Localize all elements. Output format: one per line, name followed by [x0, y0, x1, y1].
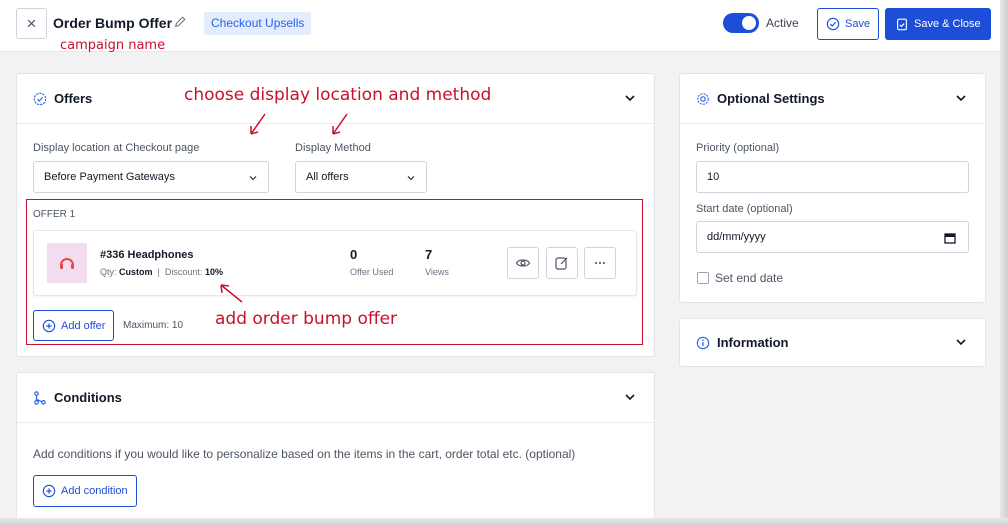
calendar-icon[interactable] [944, 232, 956, 244]
close-button[interactable]: × [16, 8, 47, 39]
offer-meta: Qty: Custom | Discount: 10% [100, 267, 223, 277]
annotation-campaign-name: campaign name [60, 38, 166, 53]
discount-label: Discount: [164, 267, 203, 277]
priority-label: Priority (optional) [696, 142, 780, 154]
chevron-down-icon[interactable] [955, 92, 967, 104]
check-circle-icon [826, 17, 840, 31]
screenshot-shadow [0, 518, 1008, 526]
save-close-button-label: Save & Close [914, 18, 981, 30]
offer-used-count: 0 [350, 247, 358, 262]
start-date-input[interactable]: dd/mm/yyyy [696, 221, 969, 253]
info-icon [696, 336, 710, 350]
save-button-label: Save [845, 18, 871, 30]
information-header[interactable]: Information [680, 319, 985, 366]
offer-item[interactable]: #336 Headphones Qty: Custom | Discount: … [33, 230, 637, 296]
priority-value: 10 [707, 171, 720, 183]
start-date-value: dd/mm/yyyy [707, 231, 766, 243]
information-heading: Information [717, 335, 789, 350]
display-location-select[interactable]: Before Payment Gateways [33, 161, 269, 193]
conditions-description: Add conditions if you would like to pers… [33, 447, 576, 461]
display-location-label: Display location at Checkout page [33, 142, 200, 154]
views-count: 7 [425, 247, 433, 262]
offer-number-label: OFFER 1 [33, 209, 76, 220]
add-condition-label: Add condition [61, 485, 128, 497]
maximum-offers-text: Maximum: 10 [123, 320, 184, 331]
add-offer-button[interactable]: Add offer [33, 310, 115, 341]
discount-value: 10% [204, 267, 223, 277]
optional-settings-header[interactable]: Optional Settings [680, 74, 985, 124]
annotation-arrow [250, 113, 266, 135]
ellipsis-icon [594, 261, 606, 265]
headphones-icon [60, 258, 74, 269]
display-location-value: Before Payment Gateways [44, 171, 175, 183]
offer-badge-icon [33, 92, 47, 106]
views-label: Views [425, 267, 449, 277]
offer-product-name: #336 Headphones [100, 249, 194, 261]
chevron-down-icon [249, 176, 257, 181]
information-card: Information [679, 318, 986, 367]
add-offer-label: Add offer [61, 319, 106, 332]
conditions-heading: Conditions [54, 390, 122, 405]
close-icon: × [26, 13, 37, 33]
eye-icon [515, 259, 531, 267]
chevron-down-icon [407, 176, 415, 181]
campaign-title: Order Bump Offer [53, 15, 173, 31]
screenshot-shadow [1000, 0, 1008, 526]
chevron-down-icon[interactable] [955, 336, 967, 348]
active-toggle[interactable] [723, 13, 759, 33]
add-condition-button[interactable]: Add condition [33, 475, 137, 507]
end-date-checkbox[interactable] [697, 272, 709, 284]
active-label: Active [766, 16, 799, 30]
save-button[interactable]: Save [817, 8, 880, 40]
annotation-add-offer: add order bump offer [215, 309, 398, 329]
start-date-label: Start date (optional) [696, 203, 793, 215]
more-options-button[interactable] [584, 247, 616, 279]
qty-label: Qty: [100, 267, 117, 277]
chevron-down-icon[interactable] [624, 391, 636, 403]
preview-button[interactable] [507, 247, 539, 279]
qty-value: Custom [119, 267, 153, 277]
branch-icon [33, 390, 47, 405]
gear-icon [696, 92, 710, 106]
save-close-button[interactable]: Save & Close [885, 8, 991, 40]
display-method-value: All offers [306, 171, 349, 183]
priority-input[interactable]: 10 [696, 161, 969, 193]
plus-circle-icon [42, 319, 56, 332]
annotation-arrow [332, 113, 348, 135]
pencil-icon[interactable] [173, 15, 187, 29]
campaign-type-tag[interactable]: Checkout Upsells [204, 12, 312, 35]
chevron-down-icon[interactable] [624, 92, 636, 104]
clipboard-check-icon [897, 18, 907, 31]
edit-icon [555, 257, 568, 270]
product-thumbnail [47, 243, 87, 283]
annotation-display-location: choose display location and method [184, 85, 492, 105]
plus-circle-icon [42, 484, 56, 498]
end-date-label: Set end date [715, 271, 784, 285]
display-method-label: Display Method [295, 142, 371, 154]
display-method-select[interactable]: All offers [295, 161, 427, 193]
meta-separator: | [157, 267, 160, 277]
optional-settings-heading: Optional Settings [717, 91, 825, 106]
edit-offer-button[interactable] [546, 247, 578, 279]
conditions-header[interactable]: Conditions [17, 373, 654, 423]
offers-heading: Offers [54, 91, 93, 106]
annotation-arrow [220, 284, 243, 303]
offer-used-label: Offer Used [350, 267, 394, 277]
